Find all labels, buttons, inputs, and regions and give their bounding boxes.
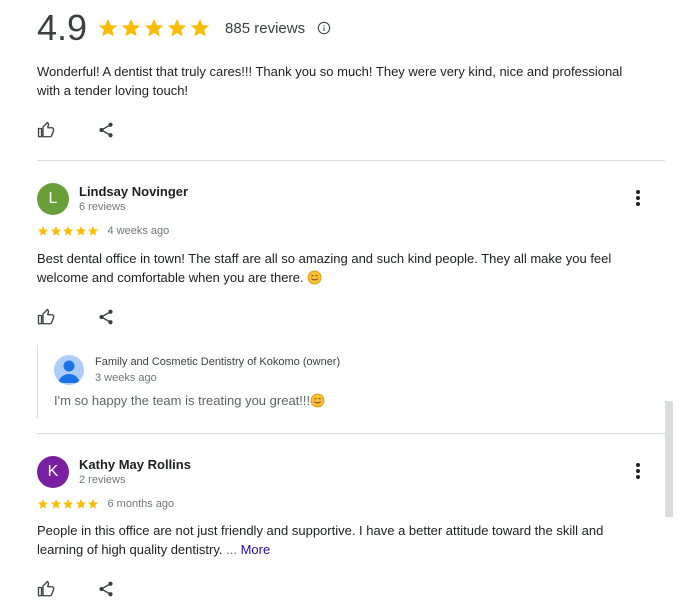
owner-reply-text: I'm so happy the team is treating you gr… <box>54 393 325 408</box>
star-icon <box>166 17 188 39</box>
more-vert-icon <box>636 469 640 473</box>
reviewer-review-count: 6 reviews <box>79 201 126 213</box>
star-icon <box>120 17 142 39</box>
review-text: People in this office are not just frien… <box>37 521 637 559</box>
more-vert-icon <box>636 202 640 206</box>
owner-reply-time: 3 weeks ago <box>95 372 157 384</box>
more-link[interactable]: More <box>241 542 271 557</box>
star-icon <box>50 225 62 237</box>
more-options-button[interactable] <box>631 461 645 481</box>
share-icon[interactable] <box>97 308 115 326</box>
owner-name: Family and Cosmetic Dentistry of Kokomo … <box>95 356 341 368</box>
review-text-line: People in this office are not just frien… <box>37 523 604 538</box>
smiling-face-icon <box>310 393 325 408</box>
star-icon <box>62 225 74 237</box>
smiling-face-icon <box>307 270 322 285</box>
like-icon[interactable] <box>37 121 55 139</box>
divider <box>37 433 665 434</box>
reviewer-name[interactable]: Lindsay Novinger <box>79 184 188 199</box>
star-icon <box>143 17 165 39</box>
star-icon <box>97 17 119 39</box>
star-icon <box>87 225 99 237</box>
avatar[interactable]: L <box>37 183 69 215</box>
review-rating: 6 months ago <box>37 498 174 510</box>
average-rating: 4.9 <box>37 7 88 48</box>
more-vert-icon <box>636 196 640 200</box>
star-icon <box>75 225 87 237</box>
ellipsis: ... <box>226 542 237 557</box>
more-vert-icon <box>636 190 640 194</box>
more-vert-icon <box>636 475 640 479</box>
review-text-line: Wonderful! A dentist that truly cares!!!… <box>37 64 623 79</box>
review-count-link[interactable]: 885 reviews <box>225 20 305 37</box>
review-text: Best dental office in town! The staff ar… <box>37 249 637 287</box>
more-vert-icon <box>636 463 640 467</box>
review-time: 4 weeks ago <box>107 225 170 237</box>
review-text-line: learning of high quality dentistry. ... … <box>37 540 637 559</box>
review-text-span: learning of high quality dentistry. <box>37 542 223 557</box>
owner-reply: Family and Cosmetic Dentistry of Kokomo … <box>37 346 341 418</box>
more-options-button[interactable] <box>631 188 645 208</box>
share-icon[interactable] <box>97 580 115 598</box>
info-icon[interactable] <box>317 21 331 35</box>
review-text-line: with a tender loving touch! <box>37 83 189 98</box>
rating-stars <box>97 17 211 39</box>
review-text-line: Best dental office in town! The staff ar… <box>37 251 612 266</box>
like-icon[interactable] <box>37 580 55 598</box>
star-icon <box>75 498 87 510</box>
star-icon <box>87 498 99 510</box>
review-actions <box>37 121 115 139</box>
divider <box>37 160 665 161</box>
share-icon[interactable] <box>97 121 115 139</box>
reviewer-name[interactable]: Kathy May Rollins <box>79 457 191 472</box>
review-text-line: welcome and comfortable when you are the… <box>37 268 637 287</box>
reviewer-review-count: 2 reviews <box>79 474 126 486</box>
person-icon <box>58 360 80 383</box>
scrollbar-thumb[interactable] <box>665 401 673 517</box>
rating-summary: 4.9 885 reviews <box>37 6 331 50</box>
review-time: 6 months ago <box>107 498 175 510</box>
review-text-span: welcome and comfortable when you are the… <box>37 270 304 285</box>
owner-avatar[interactable] <box>54 355 84 385</box>
avatar[interactable]: K <box>37 456 69 488</box>
star-icon <box>189 17 211 39</box>
review-rating: 4 weeks ago <box>37 225 169 237</box>
owner-reply-span: I'm so happy the team is treating you gr… <box>54 393 311 408</box>
star-icon <box>37 498 49 510</box>
review-text: Wonderful! A dentist that truly cares!!!… <box>37 62 637 100</box>
review-actions <box>37 308 115 326</box>
star-icon <box>37 225 49 237</box>
like-icon[interactable] <box>37 308 55 326</box>
star-icon <box>50 498 62 510</box>
review-actions <box>37 580 115 598</box>
star-icon <box>62 498 74 510</box>
